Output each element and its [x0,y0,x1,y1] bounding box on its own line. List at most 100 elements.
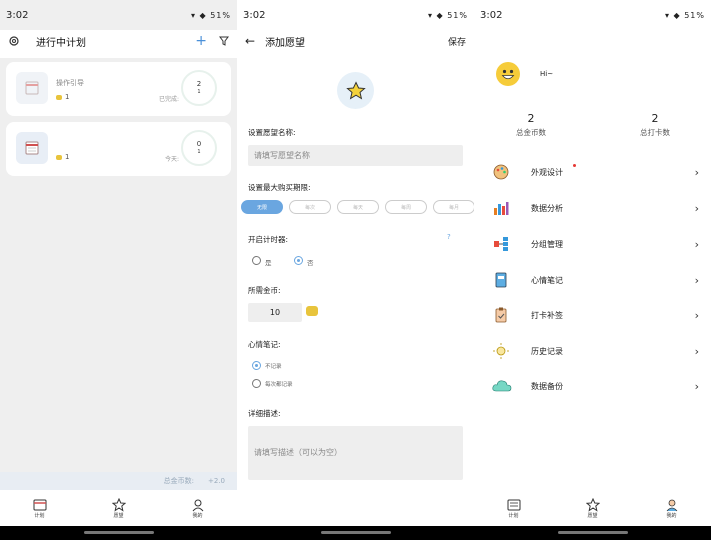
calendar-icon [16,72,48,104]
timer-no-label: 否 [307,259,314,267]
nav-mine[interactable]: 我的 [665,498,679,519]
total-checkins-value: 2 [651,112,659,125]
avatar[interactable] [496,62,520,86]
menu-mood-notes[interactable]: 心情笔记 › [474,265,711,295]
menu-data-analysis[interactable]: 数据分析 › [474,193,711,223]
gesture-bar [237,526,474,540]
plan-list-icon [507,499,520,510]
status-time: 3:02 [480,9,503,21]
status-icons: ▾ ◆ 51% [664,10,705,20]
help-icon[interactable]: ? [447,233,451,241]
person-icon [666,499,677,511]
plan-progress-label: 今天: [164,156,179,163]
back-arrow-icon[interactable]: ← [245,34,255,48]
plan-counter[interactable]: 2 1 [181,70,217,106]
nav-plans[interactable]: 计划 [33,498,47,519]
coin-icon [306,306,318,316]
profile-screen: 3:02 ▾ ◆ 51% Hi~ 2 总金币数 2 总打卡数 外观设计 › 数据… [474,0,711,540]
chevron-right-icon: › [694,273,699,287]
nav-wishes[interactable]: 愿望 [111,497,126,519]
mood-always-record-label: 每次都记录 [265,382,293,388]
limit-option-weekly[interactable]: 每周 [385,200,427,214]
wish-icon-picker[interactable] [337,72,374,109]
greeting: Hi~ [540,70,554,78]
star-icon [345,80,366,100]
mood-note-label: 心情笔记: [248,340,281,349]
total-coins-label: 总金币数 [516,128,546,137]
plan-card[interactable]: 操作引导 1 已完成: 2 1 [6,62,231,116]
plan-counter[interactable]: 0 1 [181,130,217,166]
gesture-bar [474,526,711,540]
status-bar: 3:02 ▾ ◆ 51% [474,0,711,30]
status-bar: 3:02 ▾ ◆ 51% [237,0,474,30]
plan-list-icon [33,499,46,510]
limit-option-daily[interactable]: 每天 [337,200,379,214]
save-button[interactable]: 保存 [448,35,466,48]
page-title: 进行中计划 [36,37,86,49]
plan-coins: 1 [56,93,69,101]
nav-mine[interactable]: 我的 [191,498,205,519]
add-wish-appbar: ← 添加愿望 保存 [237,30,474,52]
menu-appearance[interactable]: 外观设计 › [474,157,711,187]
plan-name: 操作引导 [56,79,84,87]
sun-icon [492,342,510,360]
clipboard-icon [492,306,510,324]
menu-group-management[interactable]: 分组管理 › [474,229,711,259]
limit-option-monthly[interactable]: 每月 [433,200,474,214]
cloud-icon [492,377,512,395]
bar-chart-icon [492,199,510,217]
bottom-nav: 计划 愿望 我的 [0,490,237,526]
filter-icon[interactable] [219,36,229,46]
star-icon [585,497,600,512]
timer-yes-label: 是 [265,259,272,267]
coin-icon [56,94,62,100]
gesture-bar [0,526,237,540]
wish-name-input[interactable]: 请填写愿望名称 [248,145,463,166]
palette-icon [492,163,510,181]
timer-no-radio[interactable] [294,256,303,265]
plans-appbar: 进行中计划 + [0,30,237,52]
settings-icon[interactable] [8,35,20,47]
required-coins-label: 所需金币: [248,286,281,295]
status-bar: 3:02 ▾ ◆ 51% [0,0,237,30]
new-badge [573,164,576,167]
group-tree-icon [492,235,510,253]
calendar-icon [16,132,48,164]
nav-wishes[interactable]: 愿望 [585,497,600,519]
add-icon[interactable]: + [195,33,207,49]
person-icon [192,499,203,511]
coin-icon [56,154,62,160]
add-wish-screen: 3:02 ▾ ◆ 51% ← 添加愿望 保存 设置愿望名称: 请填写愿望名称 设… [237,0,474,540]
plan-progress-label: 已完成: [158,96,179,103]
nav-plans[interactable]: 计划 [507,498,521,519]
purchase-limit-label: 设置最大购买期限: [248,183,311,192]
total-coins-value: +2.0 [208,477,225,485]
menu-data-backup[interactable]: 数据备份 › [474,371,711,401]
chevron-right-icon: › [694,165,699,179]
chevron-right-icon: › [694,308,699,322]
total-coins-value: 2 [527,112,535,125]
plans-screen: 3:02 ▾ ◆ 51% 进行中计划 + 操作引导 1 已完成: 2 1 1 今… [0,0,237,540]
chevron-right-icon: › [694,201,699,215]
timer-yes-radio[interactable] [252,256,261,265]
required-coins-input[interactable]: 10 [248,303,302,322]
description-label: 详细描述: [248,409,281,418]
menu-history[interactable]: 历史记录 › [474,336,711,366]
mood-no-record-label: 不记录 [265,364,282,370]
description-input[interactable]: 请填写描述（可以为空） [248,426,463,480]
chevron-right-icon: › [694,237,699,251]
plan-card[interactable]: 1 今天: 0 1 [6,122,231,176]
wish-name-label: 设置愿望名称: [248,128,296,137]
total-coins-label: 总金币数: [163,477,194,485]
chevron-right-icon: › [694,379,699,393]
total-checkins-label: 总打卡数 [640,128,670,137]
mood-no-record-radio[interactable] [252,361,261,370]
timer-label: 开启计时器: [248,235,289,244]
status-icons: ▾ ◆ 51% [427,10,468,20]
mood-always-record-radio[interactable] [252,379,261,388]
notebook-icon [492,271,510,289]
menu-checkin-makeup[interactable]: 打卡补签 › [474,300,711,330]
chevron-right-icon: › [694,344,699,358]
limit-option-once[interactable]: 每次 [289,200,331,214]
limit-option-unlimited[interactable]: 无限 [241,200,283,214]
